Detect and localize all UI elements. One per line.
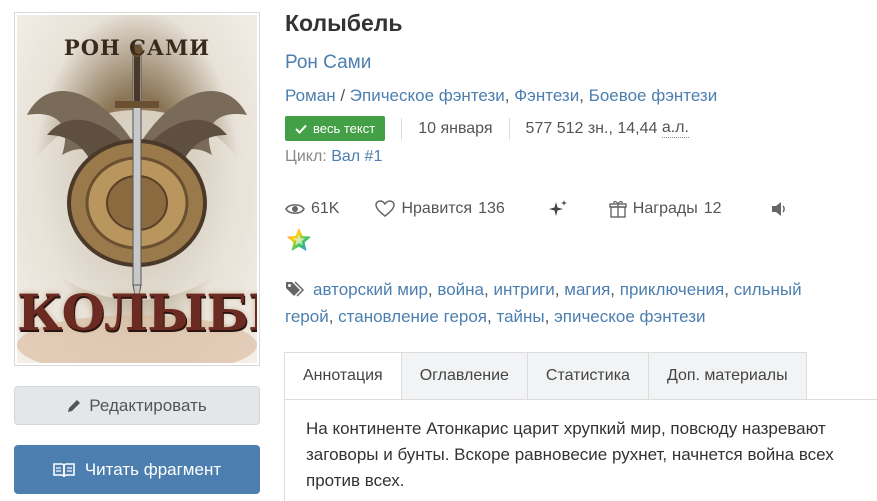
annotation-line: заговоры и бунты. Вскоре равновесие рухн… [306, 445, 834, 464]
genre-form-link[interactable]: Роман [285, 86, 336, 105]
edit-button-label: Редактировать [89, 395, 207, 415]
cover-author: РОН САМИ [63, 35, 211, 60]
book-cover[interactable]: РОН САМИ КОЛЫБЕЛЬ [14, 12, 260, 366]
views-count: 61K [311, 200, 340, 217]
likes-count: 136 [478, 200, 505, 217]
book-size: 577 512 зн., 14,44 [525, 119, 658, 137]
awards-label: Награды [632, 200, 698, 217]
tag-link[interactable]: интриги [493, 280, 554, 299]
stats-row: 61K Нравится 136 Награды 12 [285, 196, 788, 222]
audio-button[interactable] [770, 201, 788, 217]
awards-button[interactable]: Награды 12 [609, 200, 722, 218]
full-text-badge-label: весь текст [313, 121, 376, 136]
publish-date: 10 января [418, 119, 493, 137]
annotation-text: На континенте Атонкарис царит хрупкий ми… [306, 416, 866, 494]
gift-icon [609, 200, 627, 218]
cycle-info: Цикл: Вал #1 [285, 148, 382, 166]
heart-icon [375, 200, 396, 217]
views-stat: 61K [285, 200, 339, 218]
genre-link[interactable]: Фэнтези [514, 86, 579, 105]
sparkles-button[interactable] [547, 199, 569, 219]
pencil-icon [68, 399, 81, 412]
cover-title: КОЛЫБЕЛЬ [17, 283, 257, 342]
genre-separator: / [340, 86, 346, 105]
read-fragment-button[interactable]: Читать фрагмент [14, 445, 260, 494]
tab-extra-materials[interactable]: Доп. материалы [648, 352, 807, 400]
genre-link[interactable]: Боевое фэнтези [589, 86, 718, 105]
speaker-icon [771, 202, 785, 216]
book-title: Колыбель [285, 10, 403, 36]
rainbow-star-icon[interactable] [285, 226, 313, 254]
tag-link[interactable]: тайны [496, 307, 544, 326]
awards-count: 12 [703, 200, 722, 217]
author-link[interactable]: Рон Сами [285, 52, 371, 74]
tag-link[interactable]: магия [564, 280, 610, 299]
tab-contents[interactable]: Оглавление [401, 352, 528, 400]
genres: Роман / Эпическое фэнтези, Фэнтези, Боев… [285, 86, 718, 105]
eye-icon [285, 204, 305, 214]
meta-row: весь текст 10 января 577 512 зн., 14,44 … [285, 116, 689, 141]
edit-button[interactable]: Редактировать [14, 386, 260, 425]
read-fragment-label: Читать фрагмент [84, 459, 222, 479]
tags-list: авторский мир, война, интриги, магия, пр… [285, 280, 802, 326]
divider [401, 117, 403, 140]
cover-image: РОН САМИ КОЛЫБЕЛЬ [17, 15, 257, 363]
author-sheets-abbr[interactable]: а.л. [661, 119, 689, 138]
sparkles-icon [548, 200, 567, 216]
tag-link[interactable]: становление героя [338, 307, 487, 326]
annotation-line: против всех. [306, 471, 405, 490]
divider [508, 117, 510, 140]
full-text-badge: весь текст [285, 116, 386, 141]
like-button[interactable]: Нравится 136 [375, 200, 505, 218]
check-icon [295, 124, 307, 134]
cycle-label: Цикл: [285, 148, 327, 165]
tag-link[interactable]: эпическое фэнтези [554, 307, 705, 326]
cycle-link[interactable]: Вал #1 [331, 148, 382, 165]
annotation-line: На континенте Атонкарис царит хрупкий ми… [306, 419, 826, 438]
tab-bar: Аннотация Оглавление Статистика Доп. мат… [284, 352, 807, 400]
genre-link[interactable]: Эпическое фэнтези [350, 86, 505, 105]
tab-statistics[interactable]: Статистика [527, 352, 649, 400]
book-icon [53, 462, 75, 477]
tag-link[interactable]: авторский мир [313, 280, 428, 299]
tab-annotation[interactable]: Аннотация [284, 352, 402, 400]
tag-link[interactable]: приключения [620, 280, 724, 299]
tag-link[interactable]: война [437, 280, 484, 299]
likes-label: Нравится [401, 200, 473, 217]
tag-icon [286, 281, 305, 297]
